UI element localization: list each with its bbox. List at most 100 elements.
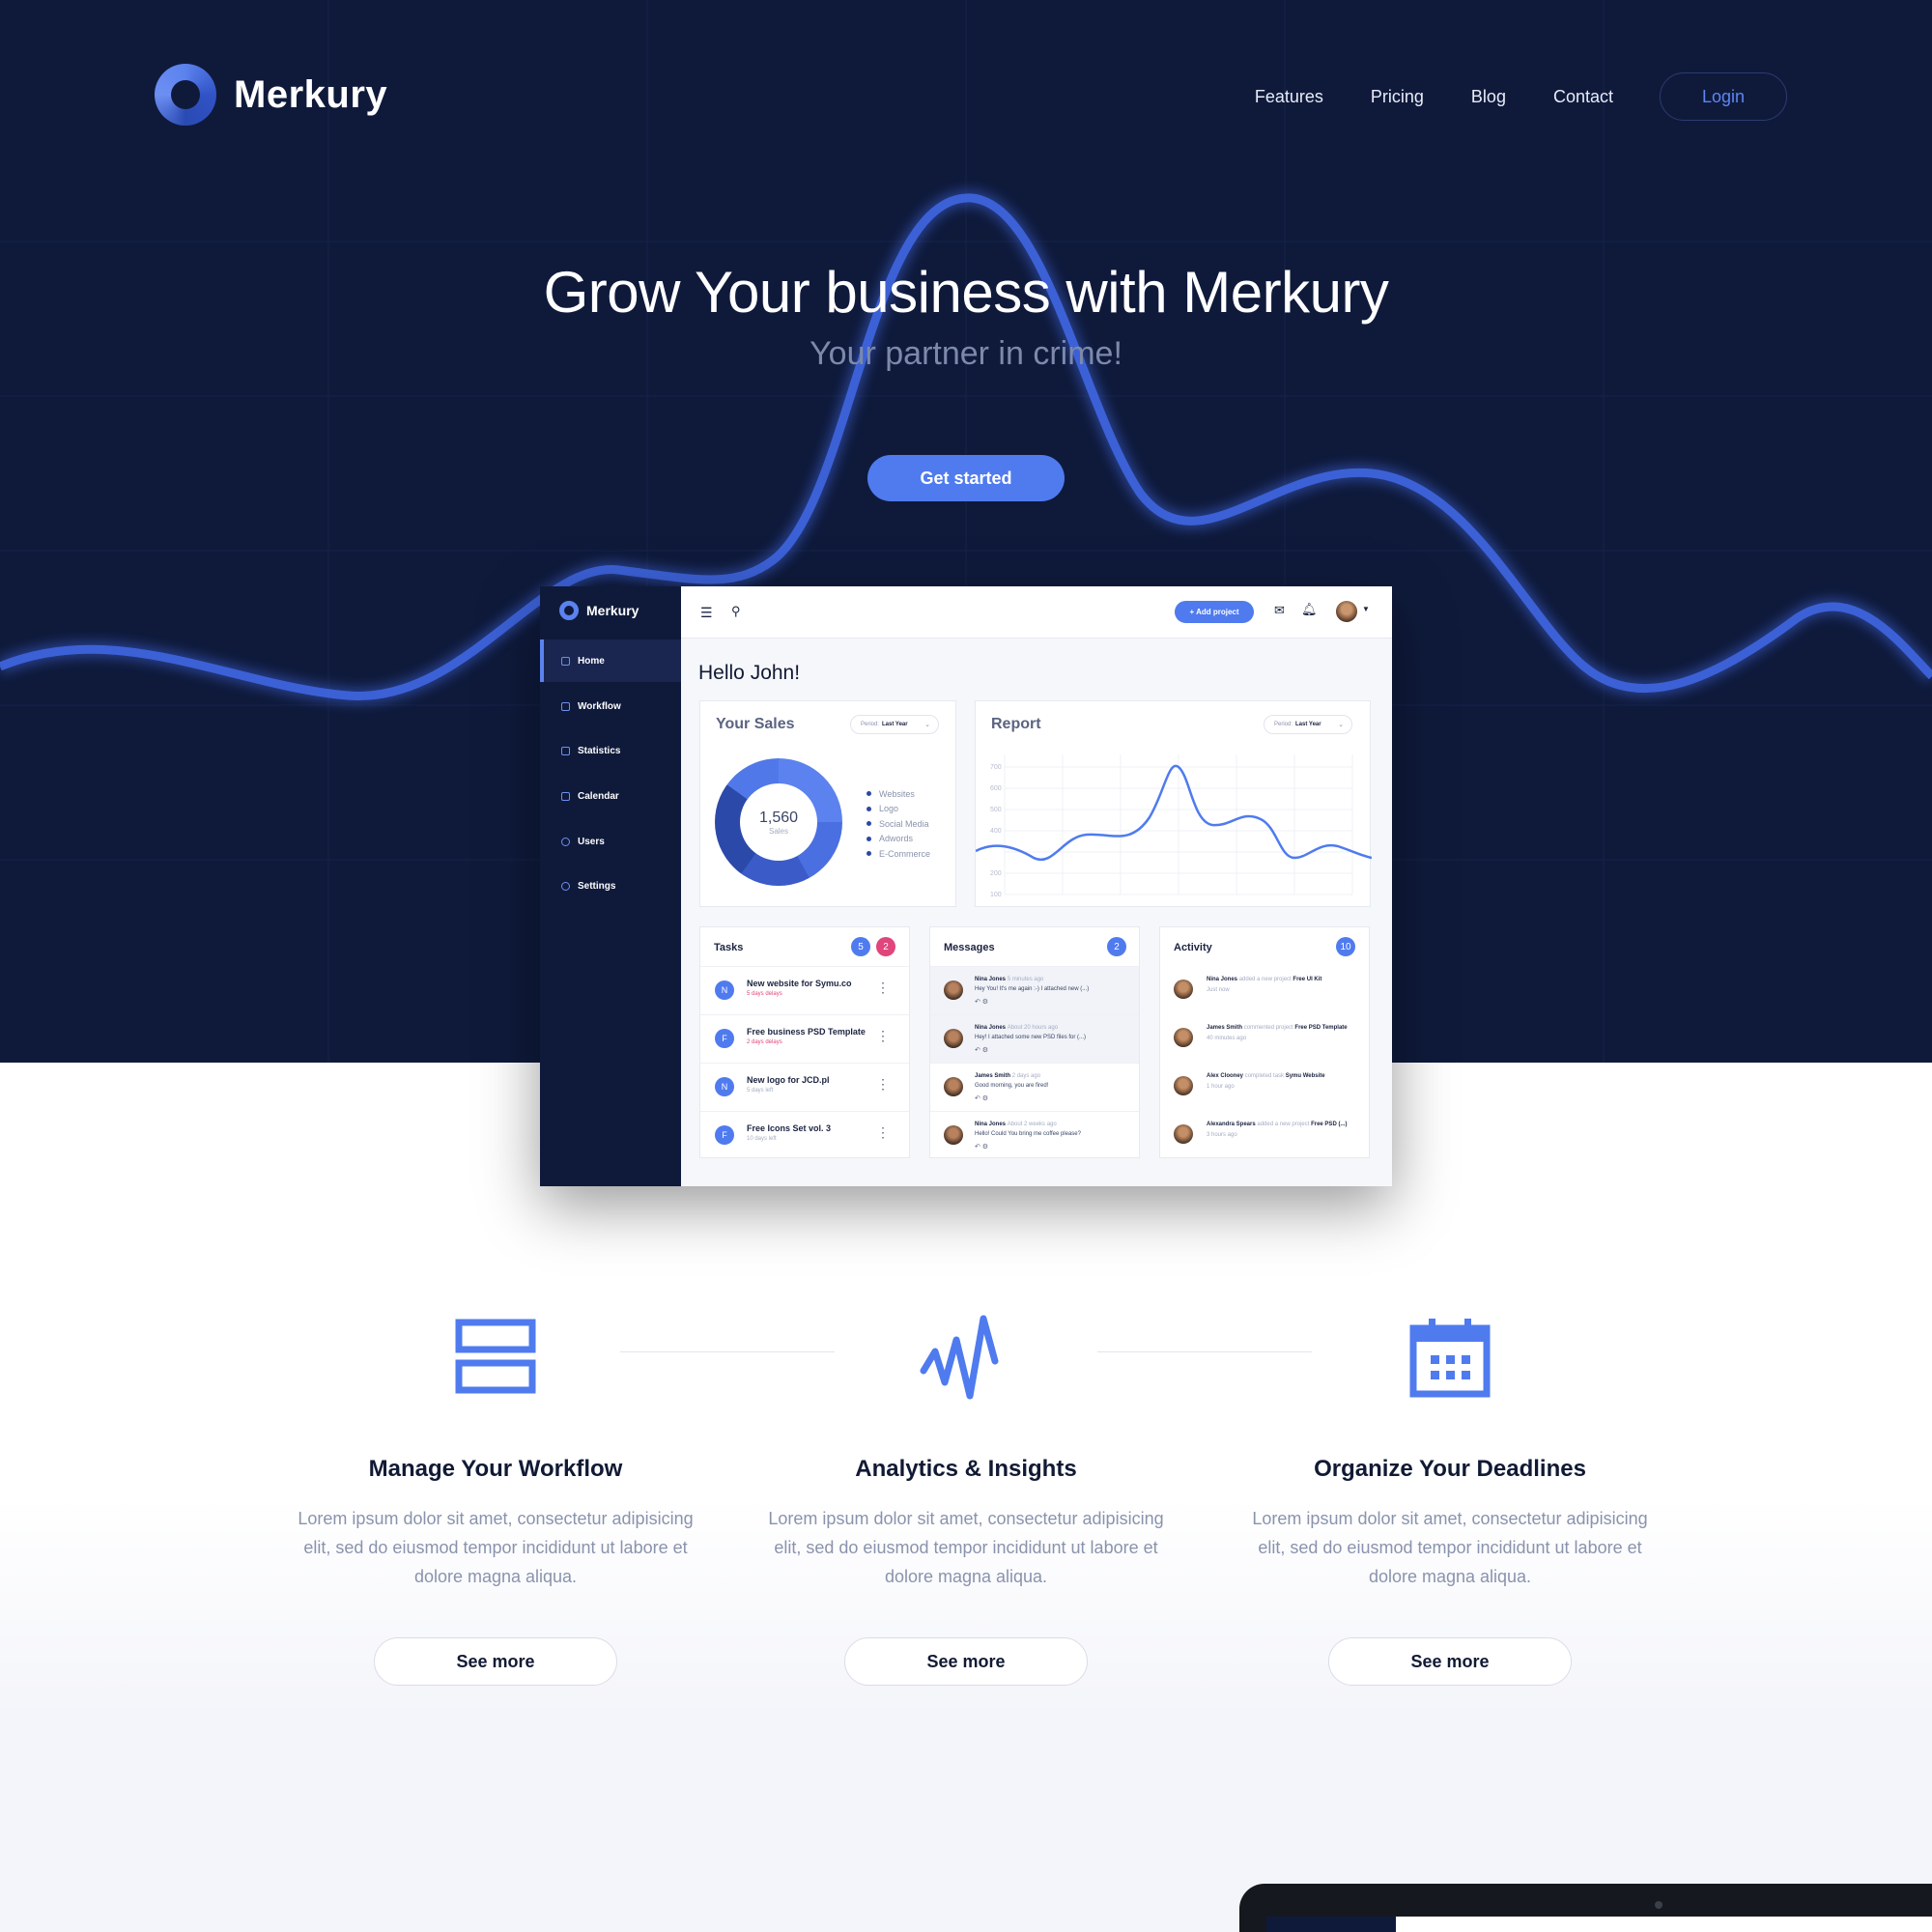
activity-time: 40 minutes ago xyxy=(1207,1036,1247,1041)
search-icon[interactable]: ⚲ xyxy=(731,604,741,619)
sidebar-item-statistics[interactable]: Statistics xyxy=(540,729,681,772)
see-more-button[interactable]: See more xyxy=(844,1637,1088,1686)
y-tick-label: 700 xyxy=(990,764,1002,771)
nav-pricing[interactable]: Pricing xyxy=(1371,87,1424,107)
chevron-down-icon[interactable]: ▼ xyxy=(1362,605,1370,613)
see-more-button[interactable]: See more xyxy=(374,1637,617,1686)
nav-blog[interactable]: Blog xyxy=(1471,87,1506,107)
workflow-icon xyxy=(293,1309,698,1406)
mail-icon[interactable]: ✉ xyxy=(1274,603,1285,618)
period-value: Last Year xyxy=(882,722,908,727)
message-text: Hey You! It's me again :-) I attached ne… xyxy=(975,986,1090,992)
brand-logo[interactable]: Merkury xyxy=(155,64,387,126)
calendar-icon xyxy=(561,791,570,801)
legend-dot xyxy=(867,836,871,841)
sidebar-item-label: Home xyxy=(578,655,605,667)
activity-user: Alexandra Spears xyxy=(1207,1122,1256,1127)
reply-icon[interactable]: ↶ ⚙ xyxy=(975,1143,988,1151)
task-row[interactable]: N New logo for JCD.pl 5 days left ⋮ xyxy=(700,1063,909,1111)
statistics-icon xyxy=(561,746,570,755)
message-row[interactable]: James Smith 2 days ago Good morning, you … xyxy=(930,1063,1139,1111)
dashboard-topbar: ☰ ⚲ + Add project ✉ 🔔︎ ▼ xyxy=(681,586,1392,639)
legend-dot xyxy=(867,791,871,797)
login-button[interactable]: Login xyxy=(1660,72,1787,121)
sales-card: Your Sales Period: Last Year ⌄ 1,560 Sales… xyxy=(699,700,956,907)
activity-row[interactable]: Nina Jones added a new project Free UI K… xyxy=(1160,966,1369,1014)
message-header: Nina Jones About 2 weeks ago xyxy=(975,1122,1057,1127)
sidebar-item-home[interactable]: Home xyxy=(540,639,681,682)
message-row[interactable]: Nina Jones About 2 weeks ago Hello! Could… xyxy=(930,1111,1139,1159)
see-more-button[interactable]: See more xyxy=(1328,1637,1572,1686)
message-sender: Nina Jones xyxy=(975,1025,1007,1031)
task-initial: F xyxy=(715,1029,734,1048)
legend-label: Logo xyxy=(879,804,899,814)
ring-logo-icon xyxy=(559,601,579,620)
message-time: About 2 weeks ago xyxy=(1007,1122,1057,1127)
more-options-icon[interactable]: ⋮ xyxy=(876,980,890,994)
dashboard-logo[interactable]: Merkury xyxy=(559,601,639,620)
task-initial: F xyxy=(715,1125,734,1145)
activity-action: completed task xyxy=(1244,1073,1285,1079)
legend-dot xyxy=(867,821,871,827)
activity-row[interactable]: James Smith commented project Free PSD T… xyxy=(1160,1014,1369,1063)
activity-target: Free UI Kit xyxy=(1293,977,1322,982)
task-title: New website for Symu.co xyxy=(747,979,852,988)
feature-title: Analytics & Insights xyxy=(855,1456,1077,1482)
legend-label: Adwords xyxy=(879,834,914,844)
avatar xyxy=(944,1125,963,1145)
y-tick-label: 600 xyxy=(990,785,1002,792)
sidebar-item-label: Workflow xyxy=(578,700,621,712)
report-line-chart: 700 600 500 400 200 100 xyxy=(976,754,1372,898)
message-row[interactable]: Nina Jones About 20 hours ago Hey! I atta… xyxy=(930,1014,1139,1063)
message-text: Hey! I attached some new PSD files for (… xyxy=(975,1035,1087,1040)
ring-logo-icon xyxy=(155,64,216,126)
legend-dot xyxy=(867,851,871,857)
avatar xyxy=(944,980,963,1000)
more-options-icon[interactable]: ⋮ xyxy=(876,1029,890,1042)
activity-action: commented project xyxy=(1243,1025,1293,1031)
sidebar-item-label: Statistics xyxy=(578,745,621,756)
bell-icon[interactable]: 🔔︎ xyxy=(1301,602,1318,617)
feature-analytics: Analytics & Insights Lorem ipsum dolor s… xyxy=(763,1309,1169,1686)
report-card: Report Period: Last Year ⌄ 700 600 500 400… xyxy=(975,700,1372,907)
activity-text: Alex Clooney completed task Symu Website xyxy=(1207,1073,1325,1079)
more-options-icon[interactable]: ⋮ xyxy=(876,1077,890,1091)
menu-icon[interactable]: ☰ xyxy=(700,605,713,621)
task-title: Free Icons Set vol. 3 xyxy=(747,1123,832,1133)
task-due: 5 days left xyxy=(747,1088,774,1094)
sidebar-item-settings[interactable]: Settings xyxy=(540,865,681,907)
reply-icon[interactable]: ↶ ⚙ xyxy=(975,1046,988,1054)
avatar xyxy=(1174,1076,1193,1095)
reply-icon[interactable]: ↶ ⚙ xyxy=(975,998,988,1006)
period-select[interactable]: Period: Last Year ⌄ xyxy=(850,715,939,734)
legend-item: Adwords xyxy=(867,832,930,847)
sidebar-item-workflow[interactable]: Workflow xyxy=(540,685,681,727)
message-header: James Smith 2 days ago xyxy=(975,1073,1040,1079)
task-row[interactable]: F Free business PSD Template 2 days delays… xyxy=(700,1014,909,1063)
activity-target: Symu Website xyxy=(1285,1073,1325,1079)
sidebar-item-users[interactable]: Users xyxy=(540,820,681,863)
get-started-button[interactable]: Get started xyxy=(867,455,1065,501)
activity-row[interactable]: Alexandra Spears added a new project Fre… xyxy=(1160,1111,1369,1159)
brand-name: Merkury xyxy=(234,72,388,116)
task-row[interactable]: N New website for Symu.co 5 days delays ⋮ xyxy=(700,966,909,1014)
avatar xyxy=(944,1077,963,1096)
nav-features[interactable]: Features xyxy=(1255,87,1323,107)
sidebar-item-calendar[interactable]: Calendar xyxy=(540,775,681,817)
more-options-icon[interactable]: ⋮ xyxy=(876,1125,890,1139)
message-sender: Nina Jones xyxy=(975,977,1007,982)
task-row[interactable]: F Free Icons Set vol. 3 10 days left ⋮ xyxy=(700,1111,909,1159)
activity-row[interactable]: Alex Clooney completed task Symu Website… xyxy=(1160,1063,1369,1111)
activity-user: James Smith xyxy=(1207,1025,1243,1031)
y-tick-label: 200 xyxy=(990,870,1002,877)
add-project-button[interactable]: + Add project xyxy=(1175,601,1254,623)
legend-label: Websites xyxy=(879,788,915,799)
reply-icon[interactable]: ↶ ⚙ xyxy=(975,1094,988,1102)
nav-contact[interactable]: Contact xyxy=(1553,87,1613,107)
avatar[interactable] xyxy=(1336,601,1357,622)
feature-deadlines: Organize Your Deadlines Lorem ipsum dolo… xyxy=(1247,1309,1653,1686)
activity-text: James Smith commented project Free PSD T… xyxy=(1207,1025,1348,1031)
feature-text: Lorem ipsum dolor sit amet, consectetur … xyxy=(768,1509,1164,1586)
message-row[interactable]: Nina Jones 5 minutes ago Hey You! It's me… xyxy=(930,966,1139,1014)
sales-total-label: Sales xyxy=(768,826,788,836)
